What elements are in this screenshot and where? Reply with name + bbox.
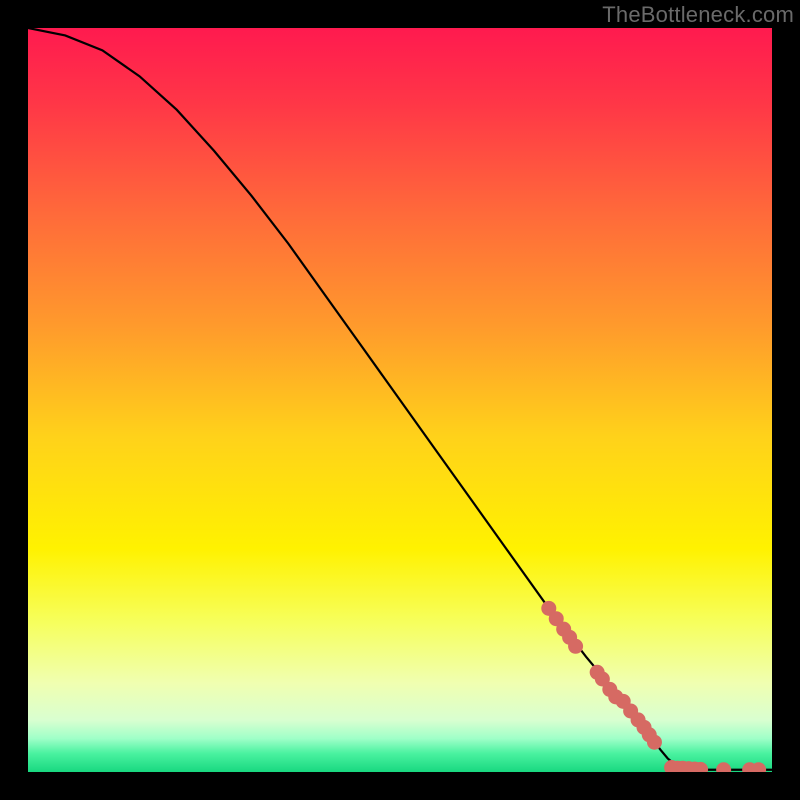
chart-svg [28,28,772,772]
watermark-text: TheBottleneck.com [602,2,794,28]
plot-area [28,28,772,772]
data-marker [647,735,662,750]
chart-container: TheBottleneck.com [0,0,800,800]
data-marker [568,639,583,654]
